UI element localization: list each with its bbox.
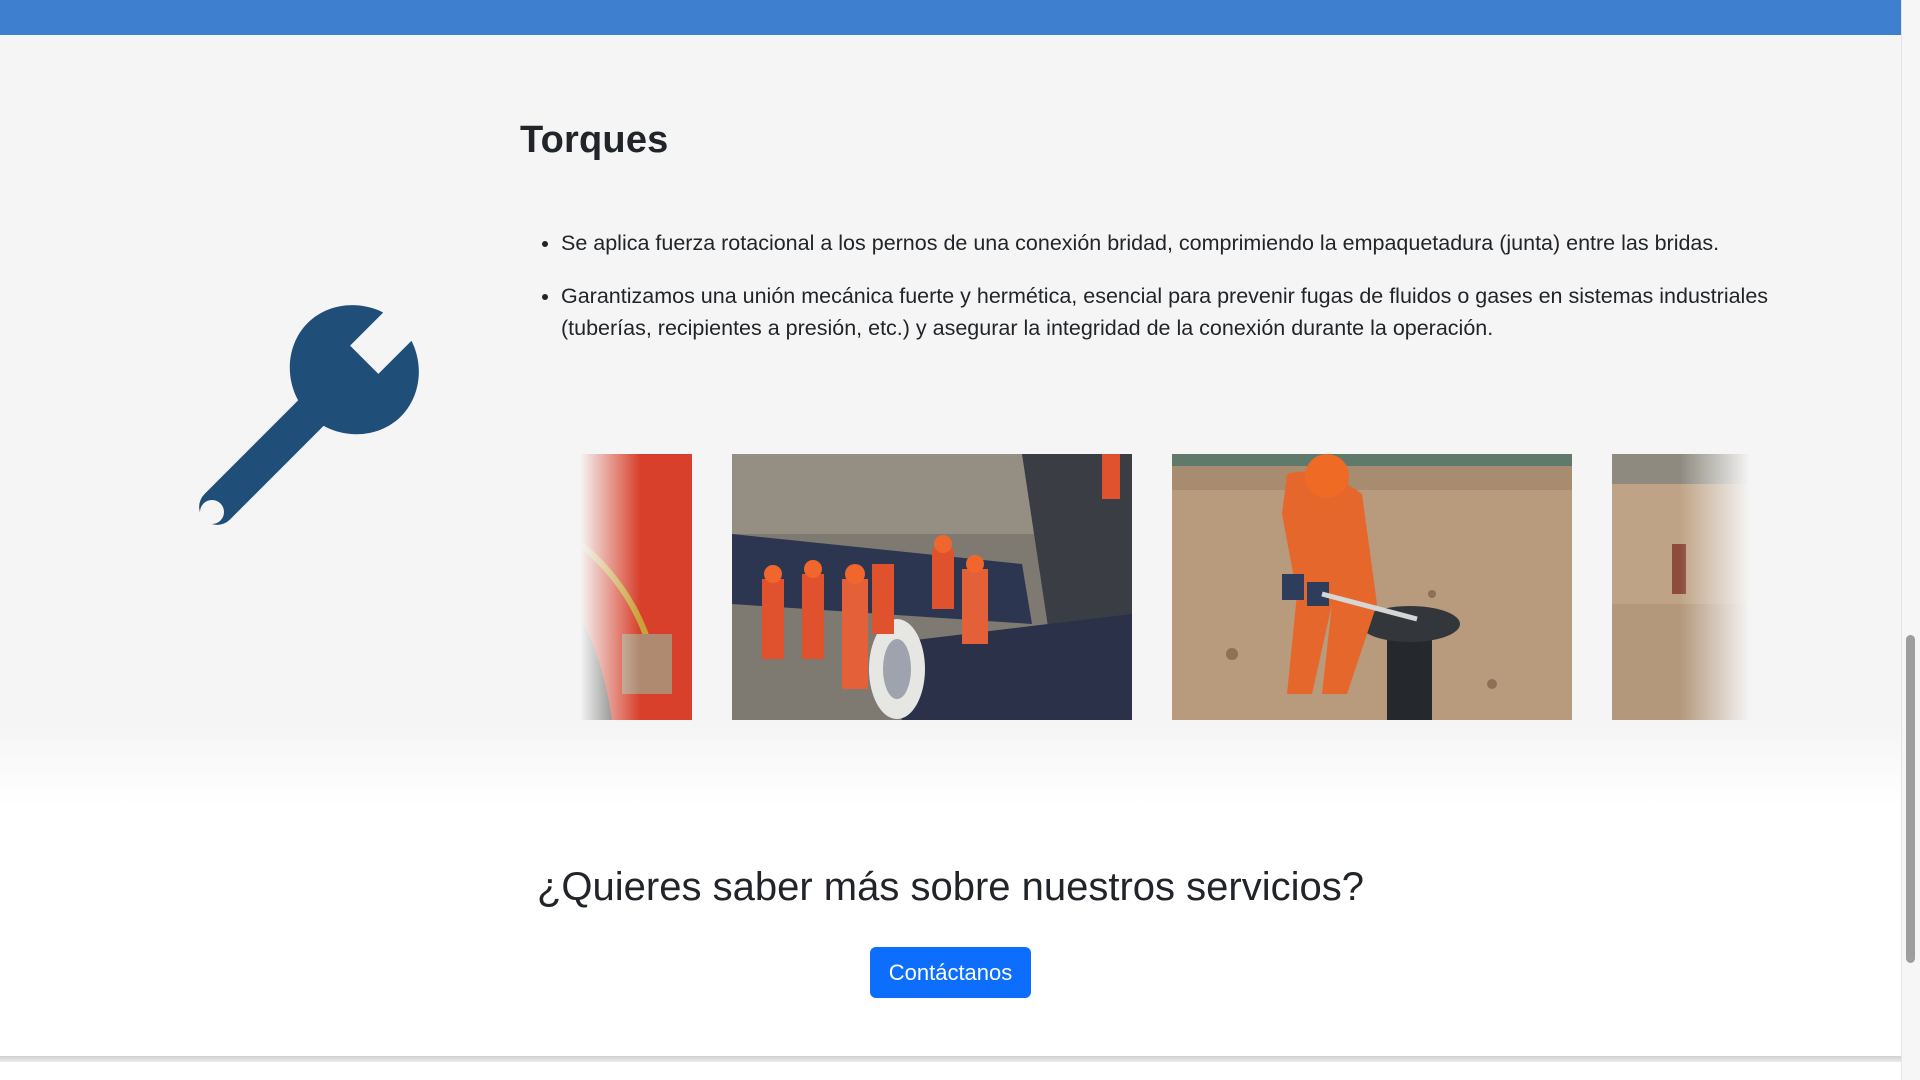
page: Torques Se aplica fuerza rotacional a lo… <box>0 0 1920 1080</box>
gallery-image-pipeline-flange-crew <box>732 454 1132 720</box>
gallery-image-worker-torque-wrench <box>1172 454 1572 720</box>
contact-button[interactable]: Contáctanos <box>870 947 1031 998</box>
service-bullet: Se aplica fuerza rotacional a los pernos… <box>561 227 1801 259</box>
top-bar <box>0 0 1901 35</box>
carousel-fade-right <box>1680 454 1750 720</box>
footer-divider <box>0 1056 1901 1062</box>
service-title: Torques <box>520 119 669 161</box>
scrollbar-thumb[interactable] <box>1906 635 1915 963</box>
cta-heading: ¿Quieres saber más sobre nuestros servic… <box>537 865 1364 909</box>
wrench-icon <box>170 290 435 555</box>
service-section: Torques Se aplica fuerza rotacional a lo… <box>0 35 1901 805</box>
service-bullets: Se aplica fuerza rotacional a los pernos… <box>540 227 1801 365</box>
service-bullet: Garantizamos una unión mecánica fuerte y… <box>561 280 1801 344</box>
image-carousel[interactable] <box>580 454 1750 720</box>
carousel-fade-left <box>580 454 640 720</box>
